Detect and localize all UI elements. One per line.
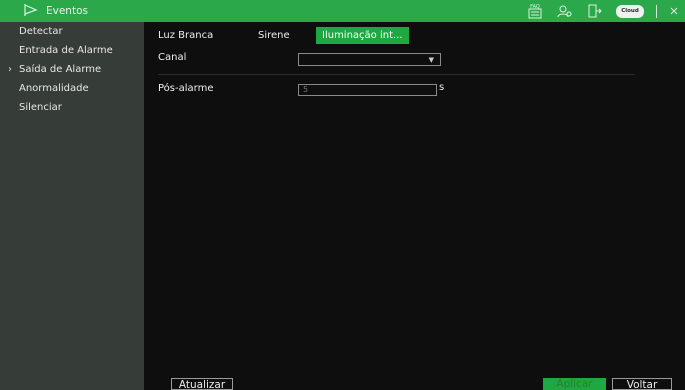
logout-icon[interactable]	[580, 0, 610, 22]
toolbar-divider	[656, 4, 657, 18]
sidebar-item-label: Anormalidade	[19, 83, 89, 94]
faq-icon[interactable]: FAQ	[520, 0, 550, 22]
sidebar-item-saida-de-alarme[interactable]: › Saída de Alarme	[0, 60, 144, 79]
sidebar-item-detectar[interactable]: Detectar	[0, 22, 144, 41]
section-divider	[158, 74, 635, 75]
user-icon[interactable]	[550, 0, 580, 22]
chevron-down-icon: ▼	[428, 56, 434, 64]
post-alarm-unit: s	[439, 82, 445, 93]
tab-sirene[interactable]: Sirene	[230, 27, 316, 44]
sidebar-item-label: Saída de Alarme	[19, 64, 102, 75]
sidebar-item-silenciar[interactable]: Silenciar	[0, 98, 144, 117]
title-area: Eventos	[22, 2, 88, 20]
refresh-button[interactable]: Atualizar	[171, 378, 233, 390]
tab-label: Luz Branca	[158, 30, 214, 41]
title-bar: Eventos FAQ Cloud	[0, 0, 685, 22]
tab-label: Iluminação int...	[322, 30, 403, 41]
channel-select[interactable]: ▼	[298, 53, 441, 66]
sidebar-item-label: Detectar	[19, 26, 63, 37]
tab-bar: Luz Branca Sirene Iluminação int...	[144, 27, 409, 44]
close-icon[interactable]	[663, 0, 685, 22]
sidebar: Detectar Entrada de Alarme › Saída de Al…	[0, 22, 144, 390]
sidebar-item-label: Entrada de Alarme	[19, 45, 113, 56]
page-title: Eventos	[46, 5, 88, 17]
cloud-badge: Cloud	[616, 4, 644, 18]
apply-button[interactable]: Aplicar	[543, 378, 606, 390]
sidebar-item-anormalidade[interactable]: Anormalidade	[0, 79, 144, 98]
top-toolbar: FAQ Cloud	[520, 0, 685, 22]
sidebar-item-label: Silenciar	[19, 102, 62, 113]
chevron-right-icon: ›	[8, 64, 12, 75]
post-alarm-label: Pós-alarme	[158, 83, 214, 94]
tab-luz-branca[interactable]: Luz Branca	[144, 27, 230, 44]
flag-icon	[22, 2, 38, 21]
faq-icon-label: FAQ	[530, 4, 540, 10]
back-button[interactable]: Voltar	[612, 378, 672, 390]
tab-iluminacao-int[interactable]: Iluminação int...	[316, 27, 409, 44]
main-panel: Luz Branca Sirene Iluminação int... Cana…	[144, 22, 685, 390]
sidebar-item-entrada-de-alarme[interactable]: Entrada de Alarme	[0, 41, 144, 60]
cloud-icon[interactable]: Cloud	[610, 0, 650, 22]
post-alarm-input[interactable]: 5	[298, 84, 437, 96]
channel-label: Canal	[158, 52, 187, 63]
tab-label: Sirene	[258, 30, 290, 41]
